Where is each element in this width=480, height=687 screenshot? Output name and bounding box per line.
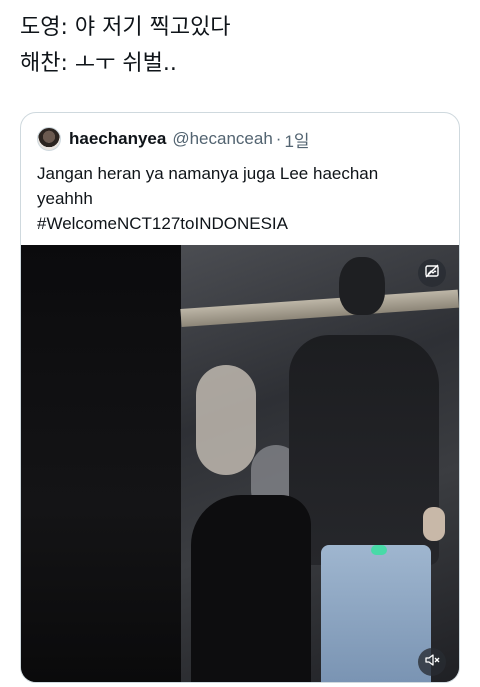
hashtag-link[interactable]: #WelcomeNCT127toINDONESIA — [37, 211, 447, 236]
video-person-head — [339, 257, 385, 315]
display-name[interactable]: haechanyea — [69, 129, 166, 149]
tweet-text: 도영: 야 저기 찍고있다 해찬: ㅗㅜ 쉬벌.. — [20, 10, 460, 82]
quoted-tweet-line-1: Jangan heran ya namanya juga Lee haechan — [37, 164, 379, 183]
quoted-tweet-header: haechanyea @hecanceah · 1일 — [37, 127, 310, 151]
tweet-line-1: 도영: 야 저기 찍고있다 — [20, 15, 231, 40]
hide-media-button[interactable] — [418, 259, 446, 287]
video-light — [371, 545, 387, 555]
user-handle[interactable]: @hecanceah — [172, 129, 272, 149]
video-crowd-figure — [196, 365, 256, 475]
video-dark-panel — [21, 245, 181, 682]
quoted-tweet-card[interactable]: haechanyea @hecanceah · 1일 Jangan heran … — [20, 112, 460, 683]
separator-dot: · — [275, 129, 282, 148]
hide-media-icon — [424, 263, 440, 283]
mute-button[interactable] — [418, 648, 446, 676]
mute-icon — [424, 652, 440, 672]
quoted-tweet-body: Jangan heran ya namanya juga Lee haechan… — [37, 161, 447, 236]
video-foreground-figure — [191, 495, 311, 682]
tweet-line-2: 해찬: ㅗㅜ 쉬벌.. — [20, 51, 177, 76]
avatar[interactable] — [37, 127, 61, 151]
video-person-hand — [423, 507, 445, 541]
timestamp[interactable]: 1일 — [284, 127, 309, 152]
quoted-tweet-line-2: yeahhh — [37, 189, 93, 208]
video-media[interactable] — [21, 245, 459, 682]
video-person — [289, 335, 439, 565]
video-person-jeans — [321, 545, 431, 682]
